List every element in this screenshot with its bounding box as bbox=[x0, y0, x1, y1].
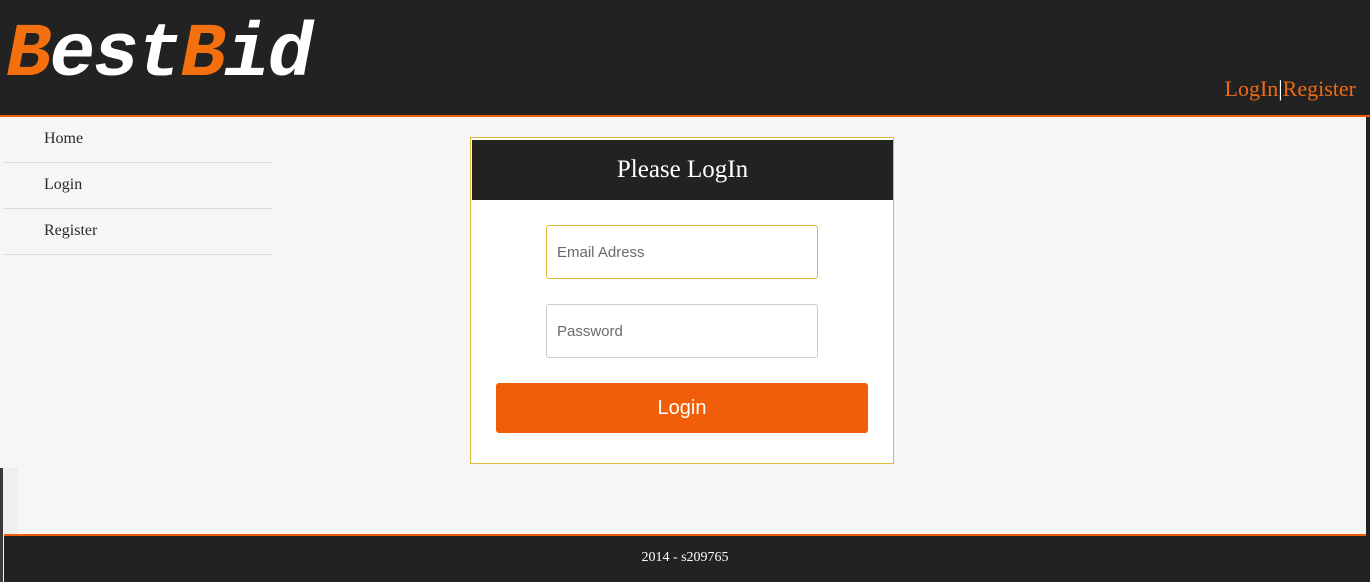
header-register-link[interactable]: Register bbox=[1283, 76, 1356, 101]
left-edge-shade bbox=[3, 468, 18, 534]
password-field[interactable] bbox=[546, 304, 818, 358]
sidebar-item-home[interactable]: Home bbox=[3, 117, 273, 163]
login-title: Please LogIn bbox=[472, 140, 893, 200]
sidebar-item-login[interactable]: Login bbox=[3, 163, 273, 209]
login-button[interactable]: Login bbox=[496, 383, 868, 433]
email-field[interactable] bbox=[546, 225, 818, 279]
site-footer: 2014 - s209765 bbox=[4, 534, 1366, 582]
header-login-link[interactable]: LogIn bbox=[1225, 76, 1279, 101]
footer-text: 2014 - s209765 bbox=[641, 550, 729, 565]
right-edge-bar bbox=[1366, 117, 1370, 582]
login-panel: Please LogIn Login bbox=[470, 137, 894, 464]
sidebar-item-register[interactable]: Register bbox=[3, 209, 273, 255]
auth-links: LogIn|Register bbox=[1225, 76, 1357, 102]
site-logo[interactable]: BestBid bbox=[6, 14, 313, 96]
site-header: BestBid LogIn|Register bbox=[0, 0, 1370, 117]
sidebar-nav: Home Login Register bbox=[3, 117, 273, 255]
